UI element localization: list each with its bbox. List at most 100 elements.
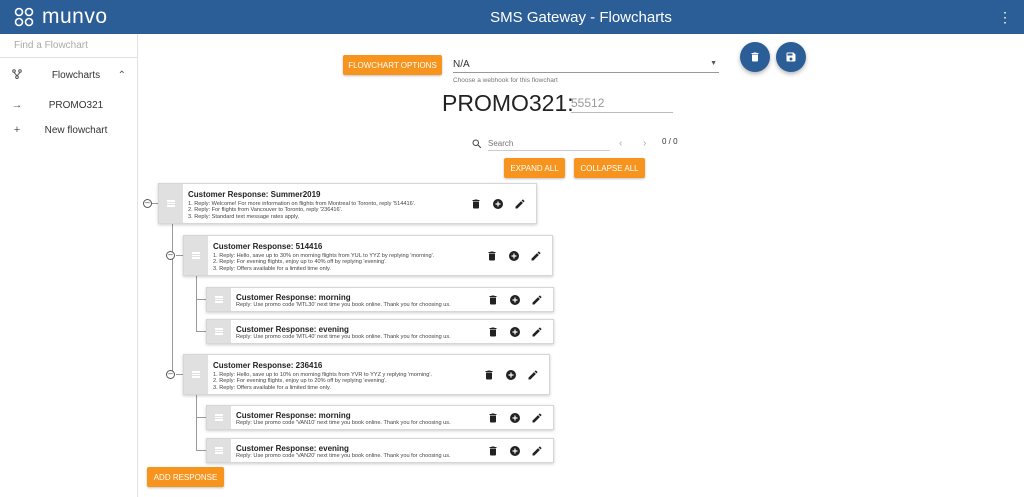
add-circle-icon[interactable]: [508, 250, 520, 262]
search-icon: [472, 139, 482, 149]
sidebar-item-flowcharts[interactable]: Flowcharts ⌃: [0, 63, 138, 87]
tree-connector: [196, 450, 206, 451]
drag-handle[interactable]: [207, 288, 231, 311]
reply-line: 3. Reply: Offers available for a limited…: [213, 384, 331, 391]
tree-connector: [196, 299, 206, 300]
add-circle-icon[interactable]: [509, 294, 521, 306]
node-actions: [486, 250, 542, 262]
node-replies: Reply: Use promo code 'MTL40' next time …: [236, 334, 451, 340]
save-flowchart-button[interactable]: [776, 42, 806, 72]
drag-handle[interactable]: [207, 439, 231, 462]
node-replies: 1. Reply: Welcome! For more information …: [188, 201, 415, 220]
node-title: Customer Response: morning: [236, 411, 351, 420]
flowchart-options-button[interactable]: FLOWCHART OPTIONS: [343, 55, 442, 75]
delete-icon[interactable]: [487, 412, 499, 424]
node-search: [471, 137, 611, 151]
collapse-toggle[interactable]: –: [166, 370, 175, 379]
node-actions: [487, 445, 543, 457]
add-response-button[interactable]: ADD RESPONSE: [147, 467, 224, 487]
edit-icon[interactable]: [531, 326, 543, 338]
node-actions: [487, 326, 543, 338]
brand-name: munvo: [42, 5, 108, 28]
node-actions: [487, 412, 543, 424]
node-replies: Reply: Use promo code 'VAN20' next time …: [236, 453, 451, 459]
webhook-hint: Choose a webhook for this flowchart: [453, 77, 558, 84]
edit-icon[interactable]: [531, 412, 543, 424]
reply-line: Reply: Use promo code 'MTL30' next time …: [236, 302, 451, 308]
node-actions: [470, 198, 526, 210]
drag-handle[interactable]: [159, 184, 183, 223]
plus-icon: +: [13, 124, 21, 136]
reply-line: Reply: Use promo code 'MTL40' next time …: [236, 334, 451, 340]
collapse-toggle[interactable]: –: [166, 251, 175, 260]
delete-icon: [751, 52, 759, 62]
add-circle-icon[interactable]: [509, 326, 521, 338]
edit-icon[interactable]: [514, 198, 526, 210]
delete-icon[interactable]: [487, 445, 499, 457]
delete-icon[interactable]: [487, 294, 499, 306]
search-counter: 0 / 0: [662, 137, 678, 146]
brand: munvo: [0, 0, 138, 34]
flowchart-search-input[interactable]: Find a Flowchart: [0, 34, 137, 58]
node-title: Customer Response: morning: [236, 293, 351, 302]
response-node[interactable]: Customer Response: evening Reply: Use pr…: [206, 438, 554, 463]
chevron-right-icon[interactable]: ›: [643, 138, 646, 149]
node-replies: Reply: Use promo code 'VAN10' next time …: [236, 420, 451, 426]
reply-line: Reply: Use promo code 'VAN10' next time …: [236, 420, 451, 426]
munvo-logo-icon: [14, 7, 34, 27]
node-actions: [487, 294, 543, 306]
response-node[interactable]: Customer Response: Summer2019 1. Reply: …: [158, 183, 537, 224]
sidebar-item-new-flowchart[interactable]: + New flowchart: [0, 118, 138, 142]
account-tree-icon: [0, 68, 34, 82]
app-title: SMS Gateway - Flowcharts: [490, 8, 672, 26]
delete-icon[interactable]: [486, 250, 498, 262]
save-icon: [786, 52, 796, 62]
sidebar: Find a Flowchart Flowcharts ⌃ → PROMO321…: [0, 34, 138, 497]
response-node[interactable]: Customer Response: morning Reply: Use pr…: [206, 287, 554, 312]
expand-all-button[interactable]: EXPAND ALL: [504, 158, 565, 178]
search-input[interactable]: [488, 137, 610, 151]
sidebar-item-promo321[interactable]: → PROMO321: [0, 93, 138, 117]
node-title: Customer Response: 514416: [213, 242, 323, 251]
node-title: Customer Response: evening: [236, 325, 349, 334]
tree-connector: [196, 275, 197, 331]
sidebar-item-label: PROMO321: [48, 99, 104, 111]
more-vert-icon[interactable]: ⋮: [998, 9, 1012, 26]
response-node[interactable]: Customer Response: morning Reply: Use pr…: [206, 405, 554, 430]
tree-connector: [196, 394, 197, 450]
edit-icon[interactable]: [527, 369, 539, 381]
webhook-select[interactable]: N/A ▼: [453, 55, 719, 73]
tree-connector: [172, 204, 173, 376]
collapse-toggle[interactable]: –: [143, 199, 152, 208]
add-circle-icon[interactable]: [509, 445, 521, 457]
drag-handle[interactable]: [207, 406, 231, 429]
edit-icon[interactable]: [530, 250, 542, 262]
response-node[interactable]: Customer Response: evening Reply: Use pr…: [206, 319, 554, 344]
delete-icon[interactable]: [487, 326, 499, 338]
drag-handle[interactable]: [184, 236, 208, 275]
delete-flowchart-button[interactable]: [740, 42, 770, 72]
chevron-left-icon[interactable]: ‹: [619, 138, 622, 149]
collapse-all-button[interactable]: COLLAPSE ALL: [574, 158, 645, 178]
edit-icon[interactable]: [531, 294, 543, 306]
delete-icon[interactable]: [483, 369, 495, 381]
response-node[interactable]: Customer Response: 514416 1. Reply: Hell…: [183, 235, 553, 276]
edit-icon[interactable]: [531, 445, 543, 457]
flowchart-code-field[interactable]: 55512: [571, 96, 673, 113]
add-circle-icon[interactable]: [505, 369, 517, 381]
node-title: Customer Response: 236416: [213, 361, 323, 370]
chevron-up-icon[interactable]: ⌃: [118, 70, 126, 81]
add-circle-icon[interactable]: [492, 198, 504, 210]
tree-connector: [176, 255, 183, 256]
flowchart-title: PROMO321:: [442, 90, 574, 116]
add-circle-icon[interactable]: [509, 412, 521, 424]
caret-down-icon: ▼: [710, 60, 717, 67]
drag-handle[interactable]: [207, 320, 231, 343]
response-node[interactable]: Customer Response: 236416 1. Reply: Hell…: [183, 354, 550, 395]
arrow-right-icon: →: [11, 99, 23, 111]
node-replies: 1. Reply: Hello, save up to 30% on morni…: [213, 253, 434, 272]
delete-icon[interactable]: [470, 198, 482, 210]
tree-connector: [196, 331, 206, 332]
reply-line: 3. Reply: Standard text message rates ap…: [188, 213, 300, 220]
drag-handle[interactable]: [184, 355, 208, 394]
